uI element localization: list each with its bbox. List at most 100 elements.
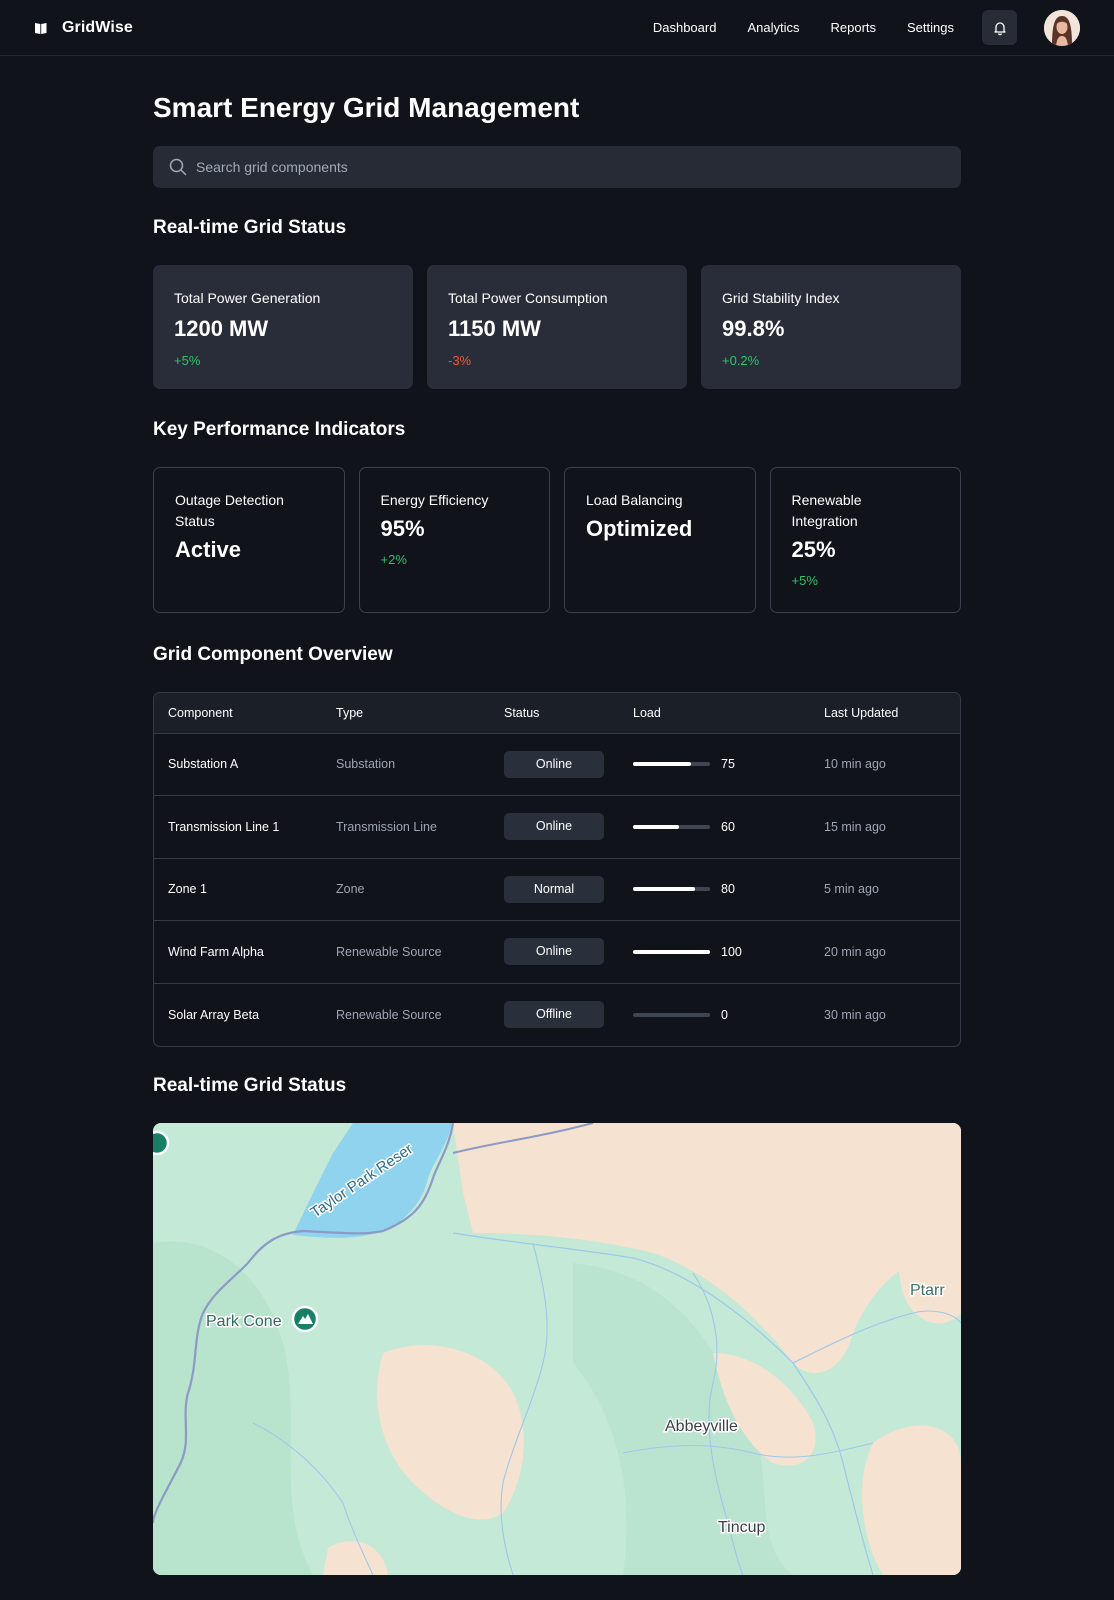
stat-delta: +5% (174, 353, 201, 368)
nav-dashboard[interactable]: Dashboard (653, 20, 717, 35)
component-name: Transmission Line 1 (168, 819, 280, 834)
stat-delta: +0.2% (722, 353, 760, 368)
brand[interactable]: GridWise (34, 19, 133, 37)
stat-label: Total Power Generation (174, 290, 321, 306)
kpi-label: Energy Efficiency (380, 492, 489, 508)
brand-name: GridWise (62, 18, 133, 36)
load-bar-fill (633, 949, 710, 954)
load-bar-fill (633, 824, 680, 829)
component-name: Solar Array Beta (168, 1007, 260, 1022)
load-indicator: 60 (633, 820, 810, 834)
kpi-card-energy-efficiency: Energy Efficiency 95% +2% (358, 467, 550, 613)
kpi-value: Optimized (586, 516, 693, 541)
load-bar (633, 949, 710, 954)
kpi-label: Load Balancing (586, 492, 683, 508)
table-row[interactable]: Zone 1 Zone Normal 80 5 min ago (154, 858, 960, 921)
load-value: 75 (721, 757, 735, 772)
component-name: Zone 1 (168, 882, 207, 897)
stat-delta: -3% (448, 353, 472, 368)
kpi-heading: Key Performance Indicators (153, 419, 406, 440)
notifications-button[interactable] (982, 10, 1017, 45)
load-indicator: 100 (633, 945, 810, 959)
last-updated: 30 min ago (824, 1007, 886, 1022)
column-header[interactable]: Load (619, 693, 810, 733)
search-icon (169, 158, 187, 176)
load-value: 100 (721, 944, 742, 959)
table-row[interactable]: Wind Farm Alpha Renewable Source Online … (154, 920, 960, 984)
stat-card-consumption: Total Power Consumption 1150 MW -3% (427, 265, 687, 389)
map-canvas[interactable]: Taylor Park ReserPark ConeAbbeyvilleTinc… (153, 1122, 961, 1575)
kpi-label: Renewable Integration (791, 492, 862, 529)
bell-icon (993, 21, 1006, 35)
nav-analytics[interactable]: Analytics (747, 20, 799, 35)
component-type: Zone (336, 882, 365, 897)
component-type: Renewable Source (336, 944, 442, 959)
table-row[interactable]: Solar Array Beta Renewable Source Offlin… (154, 983, 960, 1046)
component-type: Transmission Line (336, 819, 437, 834)
last-updated: 15 min ago (824, 819, 886, 834)
kpi-card-load-balancing: Load Balancing Optimized (564, 467, 756, 613)
last-updated: 10 min ago (824, 757, 886, 772)
page-title: Smart Energy Grid Management (153, 92, 580, 123)
kpi-card-outage-detection: Outage Detection Status Active (153, 467, 345, 613)
component-name: Substation A (168, 757, 239, 772)
load-indicator: 80 (633, 882, 810, 896)
component-table: Component Type Status Load Last Updated … (153, 692, 961, 1047)
kpi-value: Active (175, 537, 242, 562)
map-label-tincup: Tincup (718, 1519, 766, 1536)
book-icon (35, 22, 47, 34)
kpi-delta: +2% (380, 552, 407, 567)
load-bar (633, 887, 710, 892)
user-avatar[interactable] (1044, 9, 1080, 46)
nav-settings[interactable]: Settings (907, 20, 954, 35)
load-bar-fill (633, 762, 691, 767)
main-nav: Dashboard Analytics Reports Settings (653, 20, 954, 35)
load-value: 0 (721, 1007, 728, 1022)
stat-value: 1150 MW (448, 316, 541, 341)
kpi-value: 25% (791, 537, 836, 562)
search-input[interactable] (196, 159, 945, 175)
kpi-card-renewable-integration: Renewable Integration 25% +5% (769, 467, 961, 613)
load-indicator: 0 (633, 1008, 810, 1022)
stat-label: Total Power Consumption (448, 290, 608, 306)
stat-card-stability: Grid Stability Index 99.8% +0.2% (701, 265, 961, 389)
status-badge: Normal (504, 875, 604, 903)
kpi-label: Outage Detection Status (175, 492, 284, 529)
last-updated: 5 min ago (824, 882, 879, 897)
column-header[interactable]: Type (322, 693, 490, 733)
stat-value: 1200 MW (174, 316, 269, 341)
search-bar[interactable] (153, 146, 961, 188)
map-label-abbeyville: Abbeyville (665, 1418, 738, 1435)
map-label-peak: Park Cone (206, 1313, 282, 1330)
stat-card-generation: Total Power Generation 1200 MW +5% (153, 265, 413, 389)
column-header[interactable]: Status (490, 693, 619, 733)
table-row[interactable]: Substation A Substation Online 75 10 min… (154, 733, 960, 796)
last-updated: 20 min ago (824, 944, 886, 959)
map-heading: Real-time Grid Status (153, 1074, 347, 1096)
status-badge: Online (504, 938, 604, 966)
status-badge: Online (504, 813, 604, 841)
top-navigation-bar: GridWise Dashboard Analytics Reports Set… (0, 0, 1114, 56)
map-label-edge: Ptarr (910, 1282, 945, 1299)
kpi-cards: Outage Detection Status Active Energy Ef… (153, 467, 961, 613)
column-header[interactable]: Last Updated (810, 693, 960, 733)
main-content: Smart Energy Grid Management Real-time G… (153, 88, 961, 1575)
table-header-row: Component Type Status Load Last Updated (154, 693, 960, 733)
grid-map[interactable]: Taylor Park Reser Park Cone Abbeyville Tinc… (153, 1122, 961, 1575)
component-type: Substation (336, 757, 396, 772)
component-name: Wind Farm Alpha (168, 944, 264, 959)
column-header[interactable]: Component (154, 693, 322, 733)
kpi-delta: +5% (791, 573, 818, 588)
stat-label: Grid Stability Index (722, 290, 840, 306)
grid-status-cards: Total Power Generation 1200 MW +5% Total… (153, 265, 961, 389)
table-row[interactable]: Transmission Line 1 Transmission Line On… (154, 795, 960, 859)
status-badge: Online (504, 750, 604, 778)
kpi-value: 95% (380, 516, 425, 541)
component-type: Renewable Source (336, 1007, 442, 1022)
load-bar (633, 824, 710, 829)
load-bar (633, 762, 710, 767)
grid-status-heading: Real-time Grid Status (153, 217, 347, 238)
nav-reports[interactable]: Reports (830, 20, 876, 35)
status-badge: Offline (504, 1001, 604, 1028)
load-value: 60 (721, 819, 735, 834)
